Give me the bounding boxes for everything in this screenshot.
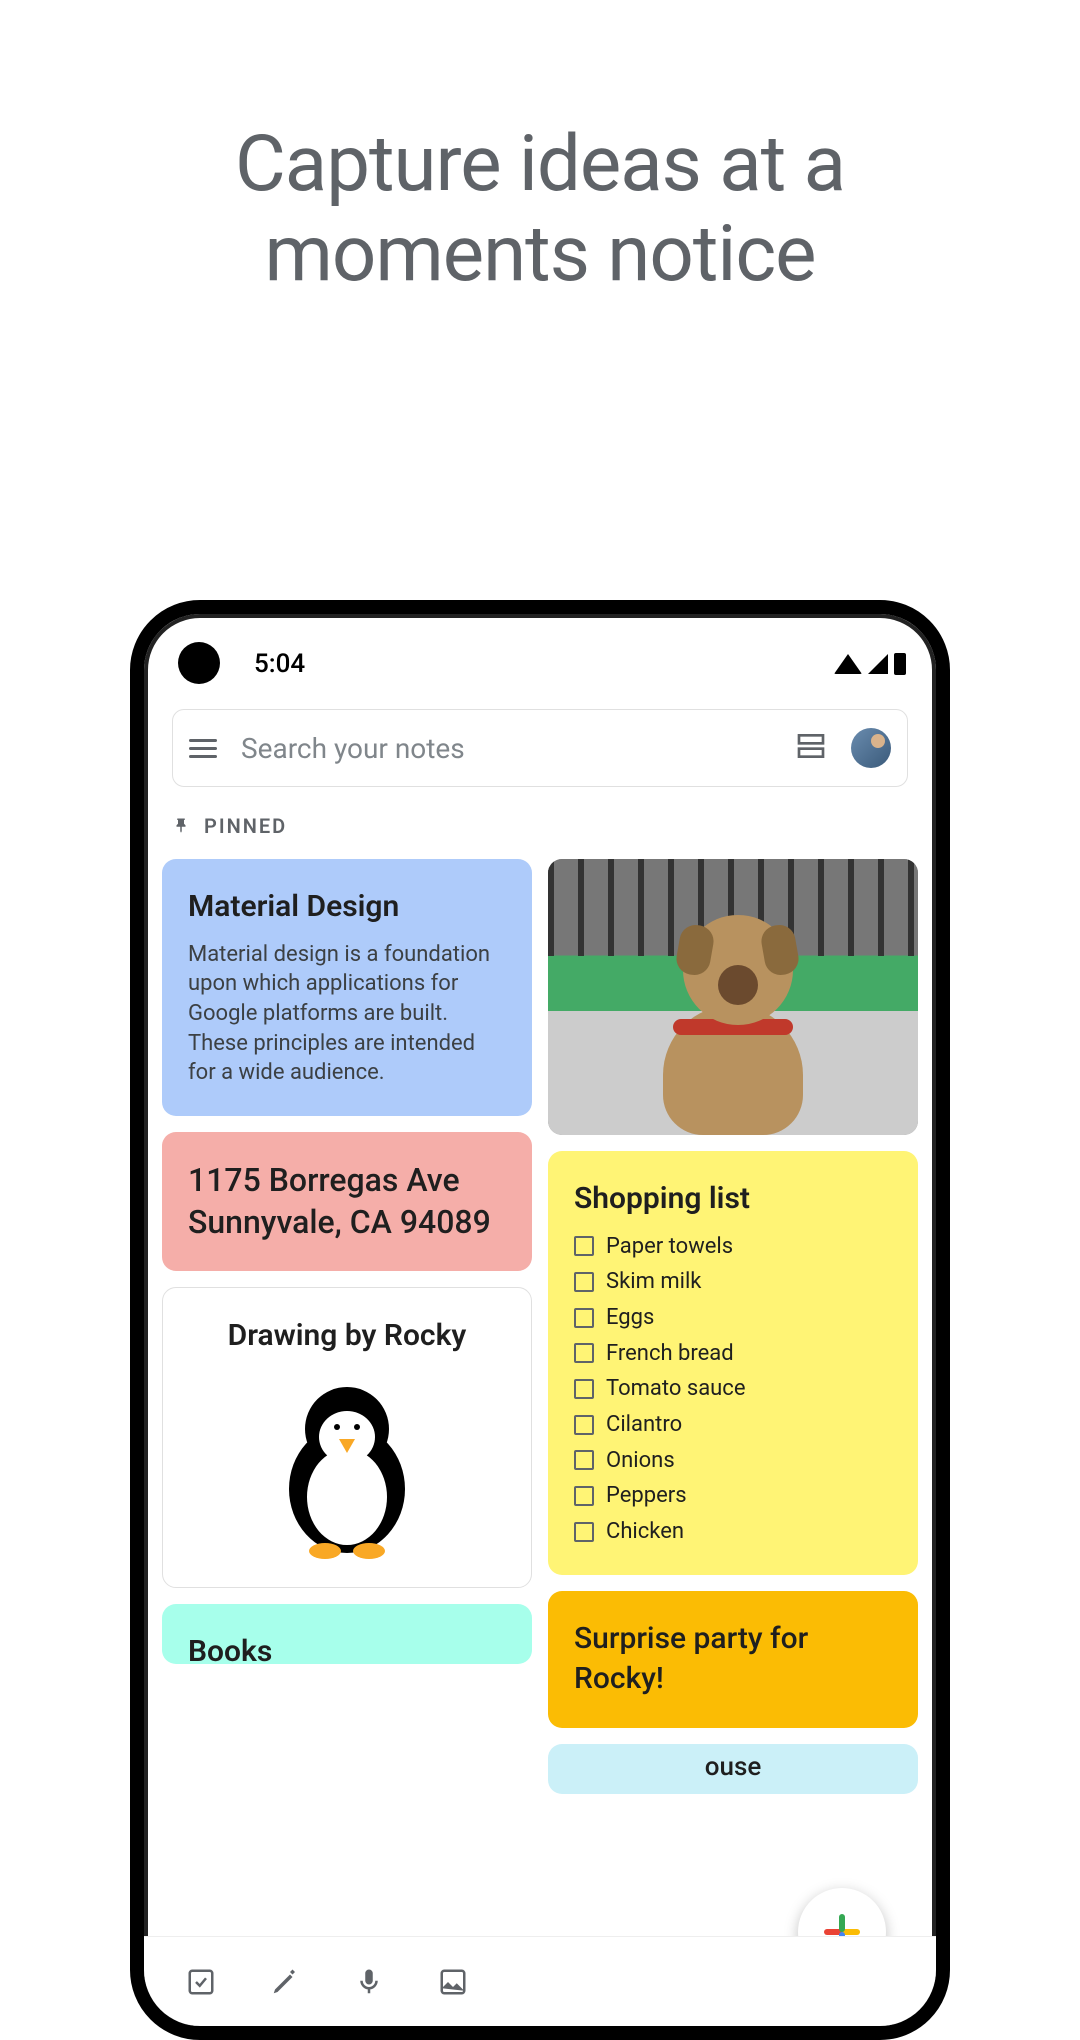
- checklist-item[interactable]: Skim milk: [574, 1267, 892, 1297]
- new-image-note-icon[interactable]: [436, 1965, 470, 1999]
- note-card-dog-photo[interactable]: [548, 859, 918, 1135]
- note-title: 1175 Borregas Ave Sunnyvale, CA 94089: [188, 1160, 506, 1243]
- account-avatar[interactable]: [851, 728, 891, 768]
- note-title: Drawing by Rocky: [189, 1316, 505, 1357]
- pinned-section-label: PINNED: [172, 814, 287, 838]
- checklist-item[interactable]: Onions: [574, 1446, 892, 1476]
- checkbox-icon[interactable]: [574, 1415, 594, 1435]
- drawing-penguin-icon: [189, 1369, 505, 1559]
- new-voice-note-icon[interactable]: [352, 1965, 386, 1999]
- checklist-item-label: Peppers: [606, 1481, 687, 1511]
- checklist-item-label: Cilantro: [606, 1410, 682, 1440]
- bottom-toolbar: [144, 1936, 936, 2026]
- phone-frame: 5:04 Search your notes PINNED Material D…: [130, 600, 950, 2040]
- note-card-drawing[interactable]: Drawing by Rocky: [162, 1287, 532, 1588]
- note-card-address[interactable]: 1175 Borregas Ave Sunnyvale, CA 94089: [162, 1132, 532, 1271]
- checkbox-icon[interactable]: [574, 1343, 594, 1363]
- checklist-item-label: French bread: [606, 1339, 734, 1369]
- checklist-item[interactable]: Peppers: [574, 1481, 892, 1511]
- checkbox-icon[interactable]: [574, 1522, 594, 1542]
- note-card-shopping-list[interactable]: Shopping list Paper towels Skim milk Eggs F…: [548, 1151, 918, 1575]
- status-bar: 5:04: [144, 644, 936, 684]
- checklist-item[interactable]: Chicken: [574, 1517, 892, 1547]
- note-title: Material Design: [188, 887, 506, 928]
- checkbox-icon[interactable]: [574, 1236, 594, 1256]
- note-title: Books: [188, 1632, 506, 1664]
- checkbox-icon[interactable]: [574, 1308, 594, 1328]
- search-input[interactable]: Search your notes: [241, 732, 771, 765]
- notes-grid[interactable]: Material Design Material design is a fou…: [162, 859, 918, 1936]
- search-bar[interactable]: Search your notes: [172, 709, 908, 787]
- note-card-books[interactable]: Books: [162, 1604, 532, 1664]
- phone-side-button: [936, 1134, 944, 1314]
- note-card-material-design[interactable]: Material Design Material design is a fou…: [162, 859, 532, 1116]
- note-body: Material design is a foundation upon whi…: [188, 940, 506, 1088]
- dog-photo-placeholder: [548, 859, 918, 1135]
- new-drawing-icon[interactable]: [268, 1965, 302, 1999]
- note-title: Shopping list: [574, 1179, 892, 1220]
- promo-headline: Capture ideas at a moments notice: [0, 120, 1080, 299]
- checkbox-icon[interactable]: [574, 1486, 594, 1506]
- checklist-item-label: Onions: [606, 1446, 675, 1476]
- note-card-surprise-party[interactable]: Surprise party for Rocky!: [548, 1591, 918, 1728]
- checklist: Paper towels Skim milk Eggs French bread Tom…: [574, 1232, 892, 1547]
- status-time: 5:04: [254, 649, 305, 679]
- checklist-item[interactable]: Tomato sauce: [574, 1374, 892, 1404]
- pin-icon: [172, 817, 190, 835]
- checklist-item[interactable]: Paper towels: [574, 1232, 892, 1262]
- menu-icon[interactable]: [189, 739, 217, 758]
- checklist-item[interactable]: Cilantro: [574, 1410, 892, 1440]
- wifi-icon: [834, 654, 862, 674]
- checkbox-icon[interactable]: [574, 1450, 594, 1470]
- new-checklist-icon[interactable]: [184, 1965, 218, 1999]
- checklist-item[interactable]: French bread: [574, 1339, 892, 1369]
- checklist-item-label: Skim milk: [606, 1267, 701, 1297]
- note-title: Surprise party for Rocky!: [574, 1619, 892, 1700]
- signal-icon: [868, 654, 888, 674]
- view-toggle-icon[interactable]: [795, 730, 827, 766]
- checklist-item-label: Tomato sauce: [606, 1374, 746, 1404]
- checklist-item-label: Paper towels: [606, 1232, 733, 1262]
- status-icons: [834, 653, 906, 675]
- checklist-item-label: Chicken: [606, 1517, 684, 1547]
- note-partial-text: ouse: [705, 1752, 762, 1782]
- checkbox-icon[interactable]: [574, 1379, 594, 1399]
- checklist-item[interactable]: Eggs: [574, 1303, 892, 1333]
- checklist-item-label: Eggs: [606, 1303, 654, 1333]
- checkbox-icon[interactable]: [574, 1272, 594, 1292]
- battery-icon: [894, 653, 906, 675]
- phone-side-button: [936, 994, 944, 1094]
- note-card-partial[interactable]: ouse: [548, 1744, 918, 1794]
